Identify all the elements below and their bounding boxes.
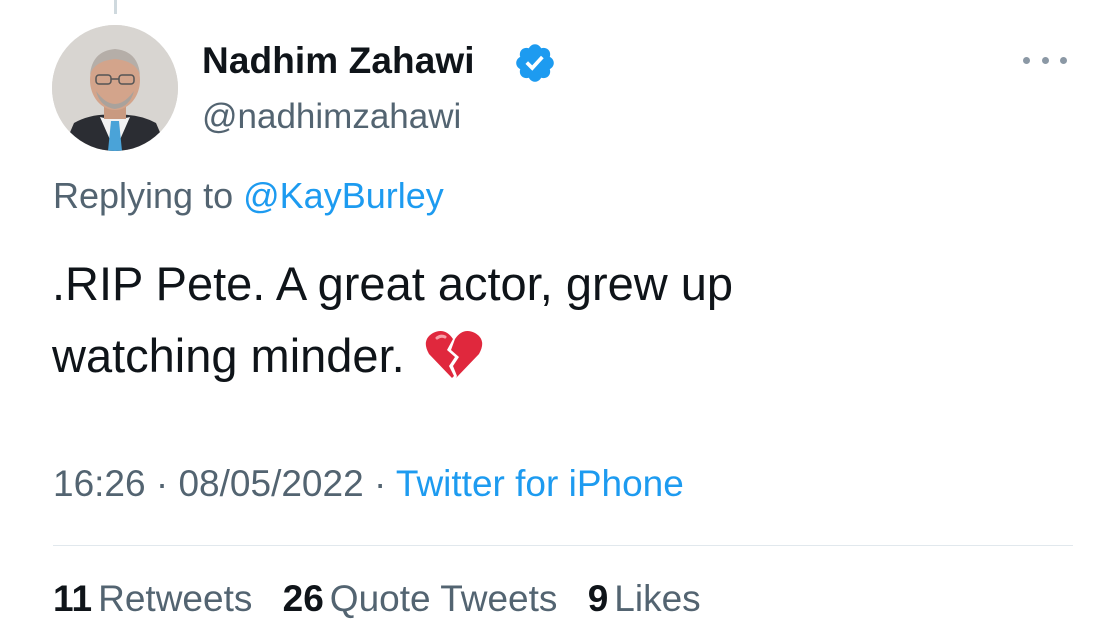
quote-tweets-count: 26 — [282, 578, 324, 619]
author-display-name[interactable]: Nadhim Zahawi — [202, 40, 475, 82]
avatar-photo — [52, 25, 178, 151]
more-dot — [1060, 56, 1067, 64]
more-dot — [1023, 56, 1030, 64]
replying-to: Replying to @KayBurley — [53, 175, 444, 217]
likes-stat[interactable]: 9 Likes — [588, 578, 701, 619]
tweet-detail: Nadhim Zahawi @nadhimzahawi Replying to … — [0, 0, 1109, 635]
tweet-time[interactable]: 16:26 — [53, 463, 146, 504]
avatar[interactable] — [52, 25, 178, 151]
meta-separator: · — [155, 463, 169, 504]
verified-badge-icon — [516, 44, 554, 82]
retweets-count: 11 — [53, 578, 93, 619]
author-handle[interactable]: @nadhimzahawi — [202, 97, 461, 137]
thread-connector-line — [114, 0, 117, 14]
retweets-stat[interactable]: 11 Retweets — [53, 578, 252, 619]
tweet-source-link[interactable]: Twitter for iPhone — [396, 463, 684, 504]
retweets-label: Retweets — [98, 578, 253, 619]
more-dot — [1041, 56, 1049, 64]
divider — [53, 545, 1073, 546]
tweet-text-line-2-wrap: watching minder. — [52, 320, 1012, 392]
likes-label: Likes — [614, 578, 701, 619]
tweet-stats: 11 Retweets 26 Quote Tweets 9 Likes — [53, 578, 721, 620]
replying-to-prefix: Replying to — [53, 175, 234, 216]
broken-heart-icon — [425, 331, 482, 378]
tweet-text-line-2: watching minder. — [52, 329, 405, 382]
reply-mention-link[interactable]: @KayBurley — [243, 175, 444, 216]
more-options-icon[interactable] — [1020, 45, 1070, 75]
tweet-meta: 16:26 · 08/05/2022 · Twitter for iPhone — [53, 463, 684, 505]
tweet-text-line-1: .RIP Pete. A great actor, grew up — [52, 257, 734, 310]
tweet-text: .RIP Pete. A great actor, grew up watchi… — [52, 248, 1012, 392]
quote-tweets-stat[interactable]: 26 Quote Tweets — [283, 578, 558, 619]
likes-count: 9 — [587, 578, 609, 619]
meta-separator: · — [373, 463, 387, 504]
tweet-date[interactable]: 08/05/2022 — [178, 463, 363, 504]
quote-tweets-label: Quote Tweets — [329, 578, 558, 619]
